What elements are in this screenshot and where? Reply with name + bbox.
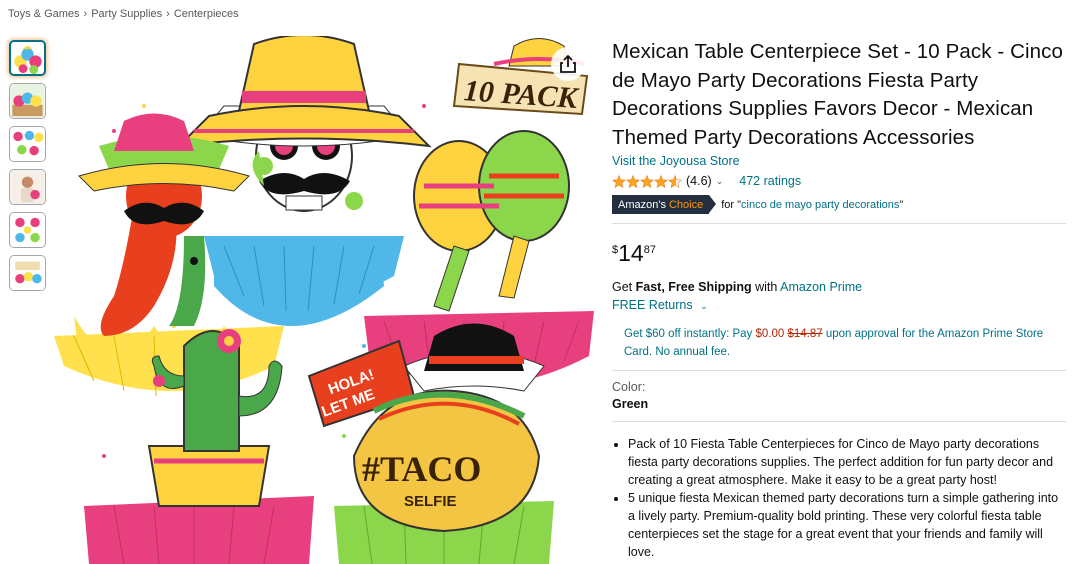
offer-pre: Get $60 off instantly: Pay [624, 328, 756, 340]
color-value: Green [612, 397, 649, 411]
breadcrumb-party-supplies[interactable]: Party Supplies [91, 8, 162, 20]
amazons-choice-badge: Amazon's Choice [612, 195, 717, 214]
thumbnail-1[interactable] [9, 40, 46, 76]
price-whole: 14 [618, 240, 644, 266]
selfie-text: SELFIE [404, 493, 457, 510]
star-icon [640, 174, 654, 188]
main-product-image[interactable]: 10 PACK HOLA! LET ME #TACO SELFIE [54, 36, 600, 564]
badge-prefix: Amazon's [618, 198, 666, 211]
thumbnail-strip [9, 40, 47, 291]
star-icon [654, 174, 668, 188]
shipping-with: with [751, 280, 781, 294]
star-rating[interactable] [612, 174, 682, 188]
thumbnail-6[interactable] [9, 255, 46, 291]
free-returns-link[interactable]: FREE Returns [612, 298, 693, 312]
divider [612, 421, 1066, 422]
rating-row: (4.6) ⌄ 472 ratings [612, 171, 1068, 191]
divider [612, 223, 1066, 224]
offer-pay: $0.00 [755, 328, 785, 340]
choice-close-quote: " [899, 198, 904, 211]
amazons-choice-row: Amazon's Choice for " cinco de mayo part… [612, 195, 1068, 214]
star-icon [612, 174, 626, 188]
breadcrumb: Toys & Games › Party Supplies › Centerpi… [8, 8, 239, 20]
share-button[interactable] [551, 47, 585, 81]
divider [612, 370, 1066, 371]
breadcrumb-toys-games[interactable]: Toys & Games [8, 8, 80, 20]
chevron-down-icon[interactable]: ⌄ [700, 301, 708, 311]
feature-bullets: Pack of 10 Fiesta Table Centerpieces for… [612, 436, 1068, 562]
choice-term-link[interactable]: cinco de mayo party decorations [741, 199, 899, 211]
feature-bullet: 5 unique fiesta Mexican themed party dec… [628, 490, 1068, 561]
badge-choice: Choice [668, 198, 704, 211]
breadcrumb-separator: › [166, 8, 170, 20]
amazon-prime-link[interactable]: Amazon Prime [780, 280, 862, 294]
breadcrumb-centerpieces[interactable]: Centerpieces [174, 8, 239, 20]
thumbnail-2[interactable] [9, 83, 46, 119]
thumbnail-4[interactable] [9, 169, 46, 205]
offer-strike-price: $14.87 [787, 328, 823, 340]
thumbnail-3[interactable] [9, 126, 46, 162]
star-icon [626, 174, 640, 188]
shipping-fast-free: Fast, Free Shipping [635, 280, 752, 294]
color-label: Color: [612, 380, 646, 394]
ratings-count-link[interactable]: 472 ratings [739, 174, 801, 188]
thumbnail-5[interactable] [9, 212, 46, 248]
prime-card-offer[interactable]: Get $60 off instantly: Pay $0.00 $14.87 … [624, 325, 1064, 361]
product-title: Mexican Table Centerpiece Set - 10 Pack … [612, 40, 1063, 149]
share-icon [560, 54, 576, 73]
taco-text: #TACO [362, 449, 481, 489]
store-link[interactable]: Visit the Joyousa Store [612, 154, 740, 168]
price-fraction: 87 [643, 244, 656, 256]
chevron-down-icon[interactable]: ⌄ [716, 176, 724, 187]
shipping-info: Get Fast, Free Shipping with Amazon Prim… [612, 278, 1068, 315]
choice-for-label: for " [721, 198, 742, 211]
rating-value: (4.6) [686, 174, 712, 188]
feature-bullet: Pack of 10 Fiesta Table Centerpieces for… [628, 436, 1068, 489]
half-star-icon [668, 174, 682, 188]
product-info: Mexican Table Centerpiece Set - 10 Pack … [612, 38, 1068, 563]
price: $ 14 87 [612, 240, 1068, 266]
breadcrumb-separator: › [83, 8, 88, 20]
shipping-get: Get [612, 280, 636, 294]
